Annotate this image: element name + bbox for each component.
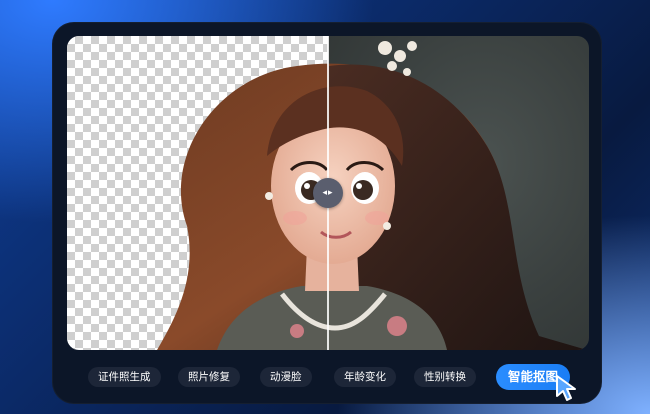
compare-arrows-icon[interactable]: ◂▸ [313,178,343,208]
feature-age-change[interactable]: 年龄变化 [334,367,396,387]
before-after-compare[interactable]: ◂▸ [67,36,589,350]
feature-photo-repair[interactable]: 照片修复 [178,367,240,387]
feature-toolbar: 证件照生成 照片修复 动漫脸 年龄变化 性别转换 智能抠图 [52,362,602,392]
feature-anime-face[interactable]: 动漫脸 [260,367,312,387]
pointer-cursor-icon [556,375,576,401]
feature-id-photo[interactable]: 证件照生成 [88,367,161,387]
feature-gender-swap[interactable]: 性别转换 [414,367,476,387]
